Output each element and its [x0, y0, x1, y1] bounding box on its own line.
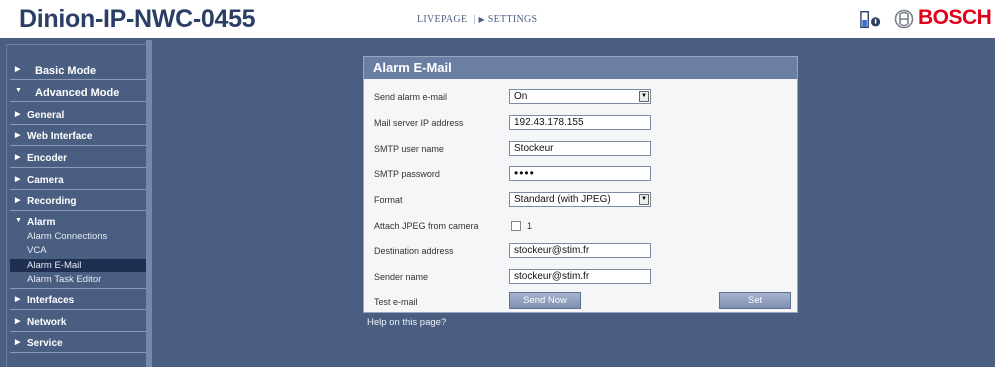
sender-label: Sender name	[374, 272, 429, 282]
sidebar-item-label: Camera	[27, 175, 64, 186]
smtp-password-label: SMTP password	[374, 169, 440, 179]
sidebar-item-label: Service	[27, 338, 63, 349]
send-alarm-label: Send alarm e-mail	[374, 92, 448, 102]
sidebar-divider	[10, 189, 147, 190]
sidebar-divider	[10, 288, 147, 289]
sidebar-item-label: Web Interface	[27, 131, 93, 142]
nav-arrow-icon: ▶	[478, 15, 485, 24]
attach-jpeg-label: Attach JPEG from camera	[374, 221, 479, 231]
triangle-down-icon: ▼	[15, 217, 22, 224]
sidebar-item-label: Basic Mode	[35, 65, 97, 77]
send-now-button[interactable]: Send Now	[509, 292, 581, 309]
server-label: Mail server IP address	[374, 118, 464, 128]
triangle-right-icon: ▶	[15, 111, 21, 118]
triangle-right-icon: ▶	[15, 176, 21, 183]
format-value: Standard (with JPEG)	[514, 194, 611, 205]
sidebar-divider	[10, 145, 147, 146]
sidebar-divider	[10, 309, 147, 310]
send-alarm-value: On	[514, 91, 528, 102]
bosch-brand-text: BOSCH	[918, 6, 992, 29]
sender-input[interactable]: stockeur@stim.fr	[509, 269, 651, 284]
triangle-right-icon: ▶	[15, 197, 21, 204]
sidebar: ▶ Basic Mode ▼ Advanced Mode ▶ General ▶…	[6, 44, 151, 367]
select-arrow-icon: ▼	[639, 194, 649, 205]
header-bar: Dinion-IP-NWC-0455 LIVEPAGE | ▶ SETTINGS …	[0, 0, 995, 38]
triangle-right-icon: ▶	[15, 339, 21, 346]
sidebar-item-label: Recording	[27, 196, 77, 207]
app-title: Dinion-IP-NWC-0455	[19, 5, 256, 33]
select-arrow-icon: ▼	[639, 91, 649, 102]
sidebar-divider	[10, 124, 147, 125]
sidebar-divider	[10, 210, 147, 211]
sidebar-subitem-vca[interactable]: VCA	[27, 245, 47, 256]
attach-jpeg-option: 1	[527, 221, 533, 231]
smtp-user-label: SMTP user name	[374, 144, 444, 154]
help-link[interactable]: Help on this page?	[367, 317, 446, 328]
destination-input[interactable]: stockeur@stim.fr	[509, 243, 651, 258]
sidebar-item-label: Network	[27, 317, 67, 328]
set-button[interactable]: Set	[719, 292, 791, 309]
sidebar-divider	[10, 79, 147, 80]
sidebar-subitem-alarm-connections[interactable]: Alarm Connections	[27, 231, 107, 242]
nav-separator: |	[473, 14, 476, 25]
triangle-right-icon: ▶	[15, 154, 21, 161]
panel-title: Alarm E-Mail	[364, 57, 797, 79]
destination-label: Destination address	[374, 246, 454, 256]
sidebar-divider	[10, 331, 147, 332]
send-alarm-select[interactable]: On ▼	[509, 89, 651, 104]
sidebar-scrollbar[interactable]	[146, 40, 152, 367]
status-icon	[860, 11, 881, 29]
format-select[interactable]: Standard (with JPEG) ▼	[509, 192, 651, 207]
sidebar-item-label: Interfaces	[27, 295, 75, 306]
sidebar-item-label: Encoder	[27, 153, 68, 164]
triangle-right-icon: ▶	[15, 132, 21, 139]
smtp-password-input[interactable]: ••••	[509, 166, 651, 181]
mail-server-input[interactable]: 192.43.178.155	[509, 115, 651, 130]
triangle-down-icon: ▼	[15, 87, 22, 94]
top-nav: LIVEPAGE | ▶ SETTINGS	[417, 14, 537, 25]
triangle-right-icon: ▶	[15, 66, 21, 73]
triangle-right-icon: ▶	[15, 296, 21, 303]
nav-settings-link[interactable]: SETTINGS	[488, 14, 538, 25]
nav-livepage-link[interactable]: LIVEPAGE	[417, 14, 467, 25]
bosch-armature-logo	[894, 9, 914, 29]
alarm-email-panel: Alarm E-Mail Send alarm e-mail On ▼ Mail…	[363, 56, 798, 313]
test-email-label: Test e-mail	[374, 297, 418, 307]
sidebar-item-label: Advanced Mode	[35, 87, 120, 99]
sidebar-divider	[10, 101, 147, 102]
sidebar-subitem-alarm-email[interactable]: Alarm E-Mail	[27, 260, 81, 271]
sidebar-item-label: Alarm	[27, 217, 56, 228]
attach-jpeg-checkbox[interactable]	[511, 221, 521, 231]
triangle-right-icon: ▶	[15, 318, 21, 325]
sidebar-divider	[10, 352, 147, 353]
sidebar-divider	[10, 167, 147, 168]
sidebar-item-label: General	[27, 110, 65, 121]
sidebar-subitem-alarm-task-editor[interactable]: Alarm Task Editor	[27, 274, 101, 285]
format-label: Format	[374, 195, 403, 205]
smtp-user-input[interactable]: Stockeur	[509, 141, 651, 156]
